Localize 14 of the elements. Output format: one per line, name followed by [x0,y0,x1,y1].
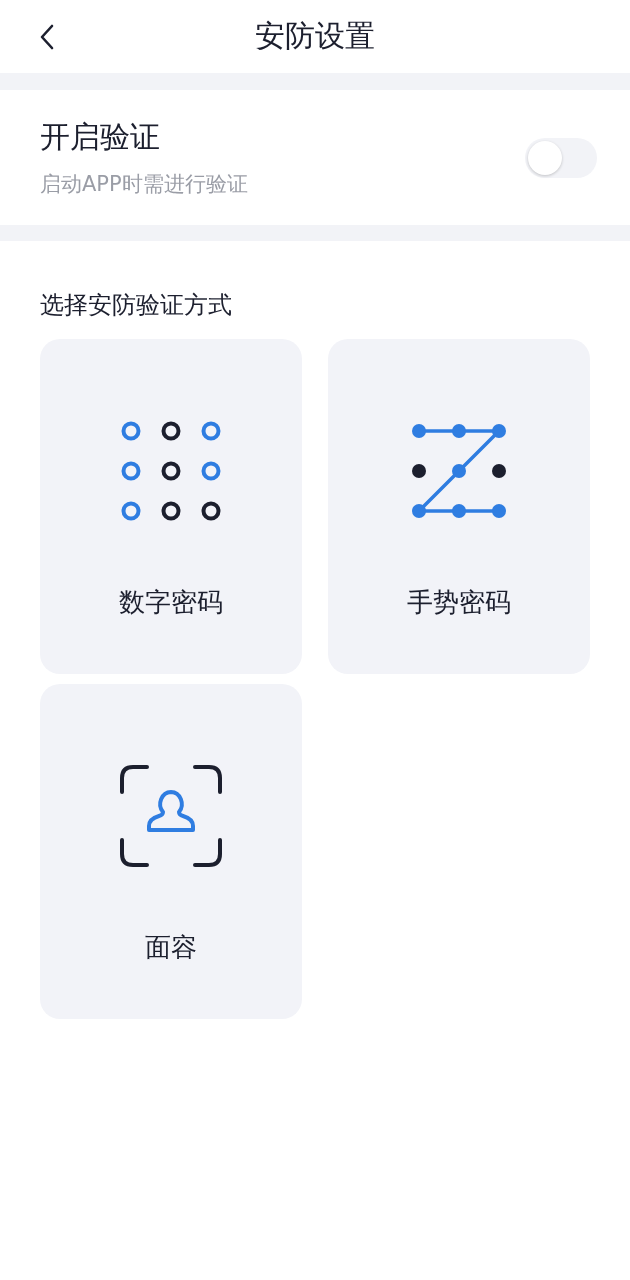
setting-description: 启动APP时需进行验证 [40,171,248,198]
method-label: 数字密码 [119,586,223,619]
method-card[interactable]: 手势密码 [328,339,590,674]
method-label: 面容 [145,931,197,964]
back-icon[interactable] [40,24,54,50]
page-title: 安防设置 [255,17,375,55]
toggle-switch[interactable] [525,137,597,178]
dot-grid-icon [119,419,223,523]
face-scan-icon [119,764,223,868]
method-card[interactable]: 面容 [40,684,302,1019]
method-label: 手势密码 [407,586,511,619]
setting-title: 开启验证 [40,118,161,156]
method-card[interactable]: 数字密码 [40,339,302,674]
section-heading: 选择安防验证方式 [40,290,233,321]
